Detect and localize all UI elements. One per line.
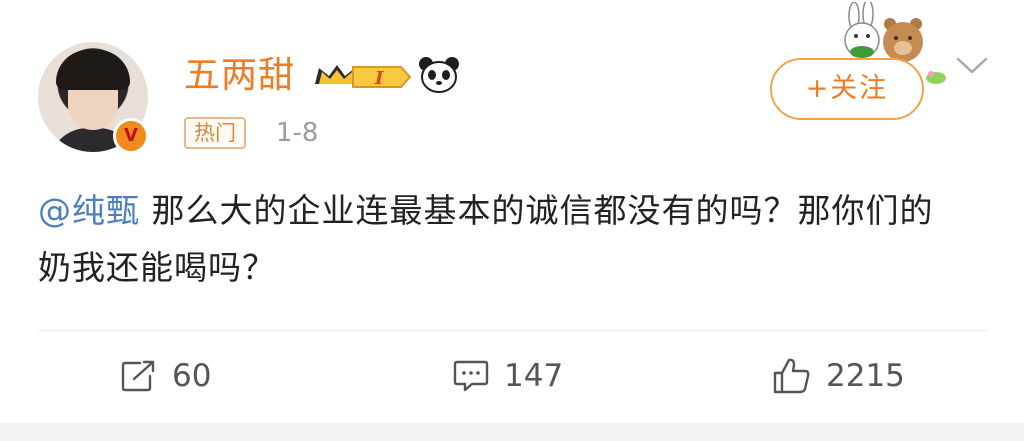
bottom-spacer: [0, 423, 1024, 441]
repost-button[interactable]: 60: [120, 354, 211, 398]
like-count: 2215: [826, 358, 905, 394]
username[interactable]: 五两甜: [184, 52, 295, 100]
like-button[interactable]: 2215: [772, 354, 905, 398]
comment-icon: [453, 360, 489, 392]
vip-level-text: I: [374, 68, 384, 89]
mention-link[interactable]: @纯甄: [38, 191, 140, 230]
comment-count: 147: [504, 358, 564, 394]
comment-button[interactable]: 147: [452, 354, 563, 398]
verified-badge-icon: V: [113, 118, 149, 154]
chevron-down-icon[interactable]: [955, 52, 989, 78]
repost-count: 60: [172, 358, 212, 394]
panda-icon: [419, 57, 459, 93]
divider: [38, 330, 988, 331]
like-icon: [773, 358, 810, 394]
post-text: 那么大的企业连最基本的诚信都没有的吗？那你们的奶我还能喝吗？: [38, 191, 934, 287]
vip-crown-icon[interactable]: I: [313, 62, 413, 92]
post-content: @纯甄 那么大的企业连最基本的诚信都没有的吗？那你们的奶我还能喝吗？: [38, 182, 938, 296]
repost-icon: [121, 360, 155, 392]
hot-tag: 热门: [184, 117, 246, 149]
post-time: 1-8: [276, 118, 319, 148]
follow-button[interactable]: +关注: [770, 58, 924, 120]
weibo-post-card: V 五两甜 I 热门 1-8 +关注 @纯甄 那么大的企业连最基本的诚信都没有的…: [0, 0, 1024, 441]
